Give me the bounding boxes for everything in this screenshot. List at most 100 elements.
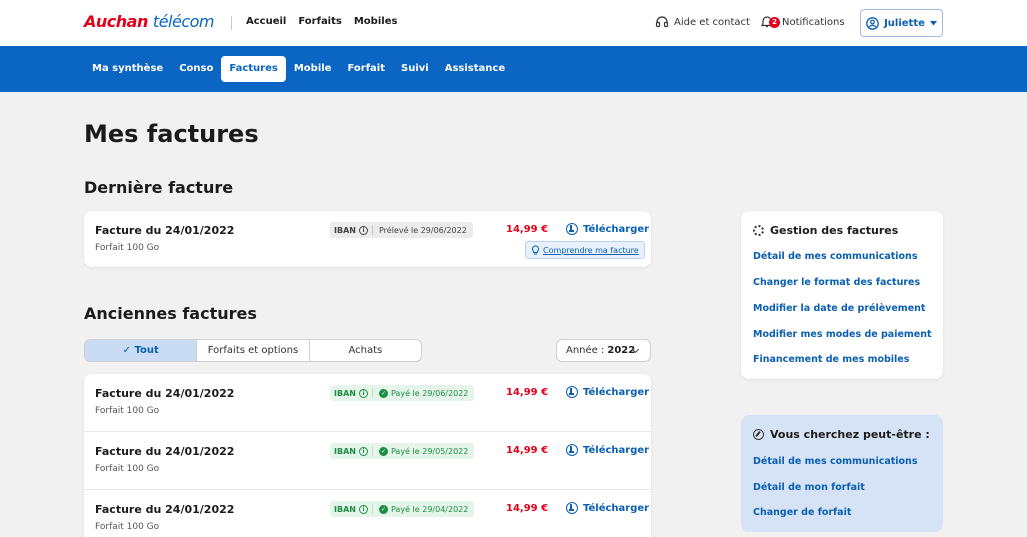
- link-financement-mobiles[interactable]: Financement de mes mobiles: [753, 354, 909, 365]
- tab-assistance[interactable]: Assistance: [437, 56, 513, 82]
- logo-brand: Auchan: [84, 12, 148, 31]
- download-icon: [566, 386, 578, 398]
- top-nav: Accueil Forfaits Mobiles: [246, 16, 397, 27]
- filter-label: Tout: [134, 345, 159, 356]
- invoice-filter-group: ✓ Tout Forfaits et options Achats: [84, 339, 422, 362]
- download-label: Télécharger: [583, 444, 650, 456]
- auchan-telecom-logo[interactable]: Auchan télécom: [84, 12, 215, 31]
- user-menu-button[interactable]: Juliette: [860, 9, 943, 37]
- suggestions-panel-title: Vous cherchez peut-être :: [753, 428, 930, 441]
- payment-status-badge: IBAN i ✓ Payé le 29/06/2022: [330, 385, 475, 401]
- invoice-plan: Forfait 100 Go: [95, 464, 160, 474]
- download-label: Télécharger: [583, 502, 650, 514]
- payment-status: ✓ Payé le 29/04/2022: [373, 501, 474, 517]
- understand-invoice-button[interactable]: Comprendre ma facture: [525, 241, 645, 259]
- notification-count-badge: 2: [769, 17, 780, 28]
- notifications-link[interactable]: 2 Notifications: [760, 15, 845, 29]
- invoice-amount: 14,99 €: [506, 445, 549, 456]
- lightbulb-icon: [532, 245, 539, 255]
- download-icon: [566, 223, 578, 235]
- filter-tout[interactable]: ✓ Tout: [85, 340, 198, 361]
- download-icon: [566, 502, 578, 514]
- invoice-management-panel: Gestion des factures Détail de mes commu…: [741, 211, 943, 379]
- topnav-forfaits[interactable]: Forfaits: [298, 16, 342, 27]
- download-button[interactable]: Télécharger: [566, 223, 649, 235]
- invoice-title: Facture du 24/01/2022: [95, 387, 235, 400]
- link-detail-communications[interactable]: Détail de mes communications: [753, 456, 917, 467]
- top-header: Auchan télécom Accueil Forfaits Mobiles …: [0, 0, 1027, 46]
- check-circle-icon: ✓: [378, 446, 388, 456]
- logo-divider: [231, 16, 232, 30]
- help-contact-link[interactable]: Aide et contact: [655, 15, 750, 29]
- link-modifier-modes-paiement[interactable]: Modifier mes modes de paiement: [753, 329, 932, 340]
- payment-method-tag[interactable]: IBAN i: [330, 501, 372, 517]
- caret-down-icon: [929, 20, 937, 25]
- section-nav: Ma synthèse Conso Factures Mobile Forfai…: [0, 46, 1027, 92]
- payment-method-tag[interactable]: IBAN i: [330, 443, 372, 459]
- invoice-amount: 14,99 €: [506, 224, 549, 235]
- tab-forfait[interactable]: Forfait: [339, 56, 393, 82]
- invoice-plan: Forfait 100 Go: [95, 522, 160, 532]
- download-button[interactable]: Télécharger: [566, 502, 649, 514]
- payment-method-tag[interactable]: IBAN i: [330, 385, 372, 401]
- payment-status-badge: IBAN i ✓ Payé le 29/04/2022: [330, 501, 475, 517]
- check-icon: ✓: [122, 345, 135, 356]
- tab-mobile[interactable]: Mobile: [286, 56, 340, 82]
- download-button[interactable]: Télécharger: [566, 444, 649, 456]
- payment-status-label: Payé le 29/05/2022: [390, 446, 469, 456]
- link-detail-forfait[interactable]: Détail de mon forfait: [753, 482, 865, 493]
- tab-factures[interactable]: Factures: [221, 56, 286, 82]
- user-name: Juliette: [884, 17, 925, 29]
- info-icon: i: [358, 504, 368, 514]
- suggestions-title-label: Vous cherchez peut-être :: [770, 428, 930, 441]
- topnav-mobiles[interactable]: Mobiles: [354, 16, 398, 27]
- table-row: Facture du 24/01/2022 Forfait 100 Go IBA…: [84, 374, 651, 432]
- notifications-label: Notifications: [782, 16, 845, 28]
- gear-icon: [753, 225, 764, 236]
- info-icon: i: [358, 225, 368, 235]
- download-icon: [566, 444, 578, 456]
- topnav-accueil[interactable]: Accueil: [246, 16, 286, 27]
- invoice-plan: Forfait 100 Go: [95, 243, 160, 253]
- year-select[interactable]: Année : 2022: [556, 339, 651, 362]
- old-invoices-list: Facture du 24/01/2022 Forfait 100 Go IBA…: [84, 374, 651, 537]
- payment-status-label: Payé le 29/06/2022: [390, 388, 469, 398]
- link-changer-forfait[interactable]: Changer de forfait: [753, 507, 851, 518]
- last-invoice-heading: Dernière facture: [84, 178, 234, 197]
- invoice-amount: 14,99 €: [506, 387, 549, 398]
- headset-icon: [655, 16, 669, 28]
- compass-icon: [753, 429, 764, 440]
- management-title-label: Gestion des factures: [770, 224, 899, 237]
- download-button[interactable]: Télécharger: [566, 386, 649, 398]
- filter-achats[interactable]: Achats: [310, 340, 421, 361]
- invoice-plan: Forfait 100 Go: [95, 406, 160, 416]
- tab-ma-synthese[interactable]: Ma synthèse: [84, 56, 171, 82]
- link-modifier-date-prelevement[interactable]: Modifier la date de prélèvement: [753, 303, 925, 314]
- tab-suivi[interactable]: Suivi: [393, 56, 437, 82]
- payment-method-label: IBAN: [334, 446, 356, 456]
- link-detail-communications[interactable]: Détail de mes communications: [753, 251, 917, 262]
- payment-method-label: IBAN: [334, 388, 356, 398]
- payment-method-label: IBAN: [334, 504, 356, 514]
- year-value: 2022: [607, 345, 636, 356]
- year-label: Année :: [566, 345, 605, 356]
- info-icon: i: [358, 388, 368, 398]
- payment-method-tag[interactable]: IBAN i: [330, 222, 372, 238]
- old-invoices-heading: Anciennes factures: [84, 304, 257, 323]
- help-label: Aide et contact: [674, 16, 750, 28]
- page-title: Mes factures: [84, 120, 259, 148]
- payment-status: ✓ Payé le 29/06/2022: [373, 385, 474, 401]
- management-panel-title: Gestion des factures: [753, 224, 898, 237]
- link-changer-format-factures[interactable]: Changer le format des factures: [753, 277, 920, 288]
- understand-label: Comprendre ma facture: [543, 245, 639, 255]
- invoice-amount: 14,99 €: [506, 503, 549, 514]
- user-avatar-icon: [866, 16, 879, 30]
- invoice-title: Facture du 24/01/2022: [95, 503, 235, 516]
- tab-conso[interactable]: Conso: [171, 56, 221, 82]
- invoice-title: Facture du 24/01/2022: [95, 445, 235, 458]
- payment-status-label: Payé le 29/04/2022: [390, 504, 469, 514]
- filter-forfaits-options[interactable]: Forfaits et options: [197, 340, 310, 361]
- payment-status-label: Prélevé le 29/06/2022: [378, 225, 467, 235]
- last-invoice-card: Facture du 24/01/2022 Forfait 100 Go IBA…: [84, 211, 651, 267]
- table-row: Facture du 24/01/2022 Forfait 100 Go IBA…: [84, 490, 651, 537]
